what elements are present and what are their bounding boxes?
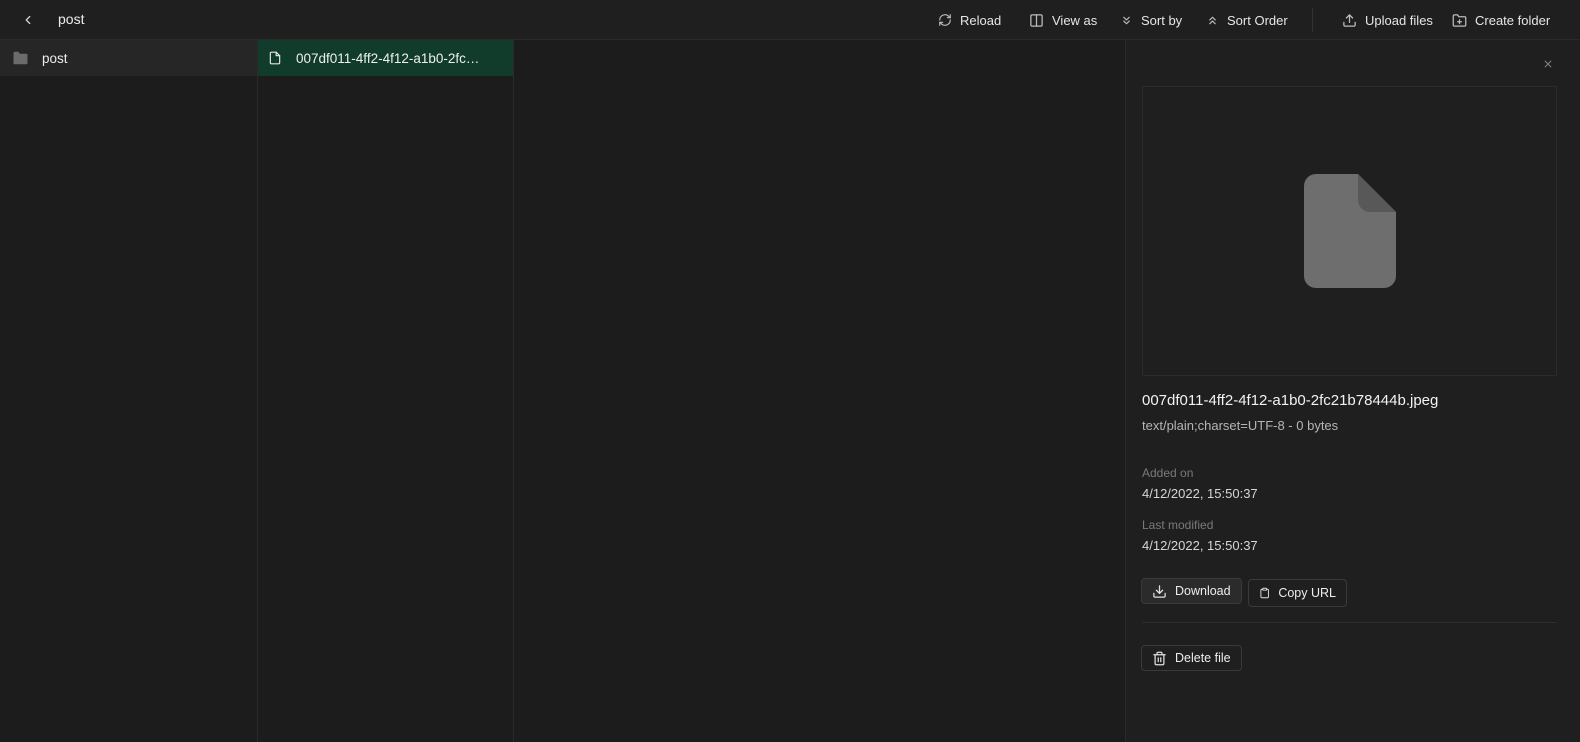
folder-column: post (0, 40, 258, 742)
sort-order-button[interactable]: Sort Order (1206, 10, 1288, 30)
upload-files-label: Upload files (1365, 12, 1433, 28)
toolbar-divider (1312, 8, 1313, 32)
trash-icon (1153, 651, 1166, 665)
preview-file-name: 007df011-4ff2-4f12-a1b0-2fc21b78444b.jpe… (1142, 392, 1439, 409)
file-icon (269, 51, 281, 65)
download-button[interactable]: Download (1141, 578, 1242, 604)
folder-icon (13, 51, 28, 65)
chevrons-down-icon (1123, 16, 1130, 24)
delete-file-label: Delete file (1175, 651, 1231, 665)
empty-column (514, 40, 1126, 742)
file-preview-panel: 007df011-4ff2-4f12-a1b0-2fc21b78444b.jpe… (1126, 40, 1580, 742)
folder-item-label: post (42, 50, 68, 66)
actions-divider (1142, 622, 1557, 623)
close-preview-button[interactable] (1540, 56, 1556, 72)
reload-label: Reload (960, 12, 1002, 28)
close-icon (1544, 60, 1552, 68)
refresh-icon (939, 14, 951, 26)
upload-icon (1343, 13, 1356, 27)
page-title: post (58, 11, 85, 27)
delete-file-button[interactable]: Delete file (1141, 645, 1242, 671)
sort-by-label: Sort by (1141, 12, 1183, 28)
upload-files-button[interactable]: Upload files (1342, 10, 1433, 30)
chevrons-up-icon (1209, 16, 1216, 24)
copy-url-button[interactable]: Copy URL (1248, 579, 1347, 607)
download-label: Download (1175, 584, 1231, 598)
copy-url-label: Copy URL (1278, 586, 1336, 600)
sort-order-label: Sort Order (1227, 12, 1288, 28)
sort-by-button[interactable]: Sort by (1120, 10, 1182, 30)
download-icon (1153, 584, 1166, 598)
create-folder-label: Create folder (1475, 12, 1551, 28)
storage-explorer: post Reload View as Sort by Sort Order U… (0, 0, 1580, 742)
chevron-left-icon (25, 15, 31, 25)
added-on-label: Added on (1142, 466, 1194, 480)
file-placeholder-icon (1303, 174, 1396, 288)
last-modified-value: 4/12/2022, 15:50:37 (1142, 538, 1258, 553)
file-column: 007df011-4ff2-4f12-a1b0-2fc21b78444b.jpe… (258, 40, 514, 742)
view-as-button[interactable]: View as (1029, 10, 1097, 30)
file-preview-box (1142, 86, 1557, 376)
last-modified-label: Last modified (1142, 518, 1214, 532)
view-as-label: View as (1052, 12, 1098, 28)
added-on-value: 4/12/2022, 15:50:37 (1142, 486, 1258, 501)
clipboard-icon (1260, 587, 1269, 599)
folder-item-post[interactable]: post (0, 40, 257, 76)
back-button[interactable] (16, 8, 40, 32)
file-item-label: 007df011-4ff2-4f12-a1b0-2fc21b78444b.jpe… (296, 50, 486, 66)
file-item-selected[interactable]: 007df011-4ff2-4f12-a1b0-2fc21b78444b.jpe… (258, 40, 513, 76)
create-folder-button[interactable]: Create folder (1452, 10, 1550, 30)
reload-button[interactable]: Reload (938, 10, 1001, 30)
header: post Reload View as Sort by Sort Order U… (0, 0, 1580, 40)
columns-icon (1030, 13, 1043, 27)
preview-file-meta: text/plain;charset=UTF-8 - 0 bytes (1142, 418, 1339, 433)
folder-plus-icon (1452, 13, 1467, 27)
